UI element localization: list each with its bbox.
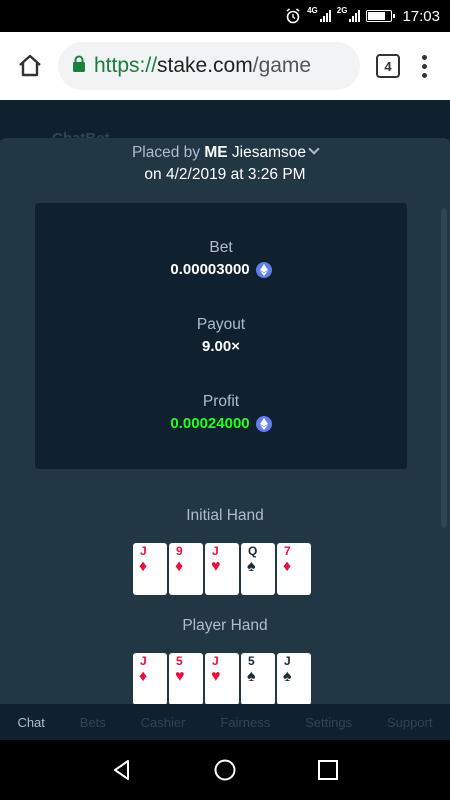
card-suit-icon: ♥: [211, 558, 221, 575]
nav-item-settings[interactable]: Settings: [305, 715, 352, 730]
bet-stat: Bet 0.00003000: [35, 238, 407, 280]
nav-item-support[interactable]: Support: [387, 715, 433, 730]
card-suit-icon: ♥: [175, 668, 185, 685]
card-suit-icon: ♦: [139, 668, 148, 685]
status-time: 17:03: [402, 7, 440, 25]
battery-icon: [366, 10, 396, 22]
profit-value: 0.00024000: [170, 414, 272, 434]
username-link[interactable]: Jiesamsoe: [232, 144, 306, 161]
placed-by-line: Placed by ME Jiesamsoe: [0, 142, 450, 164]
initial-hand: J ♦ 9 ♦ J ♥ Q ♠ 7 ♦: [133, 543, 311, 595]
card-rank: 5: [176, 654, 183, 668]
circle-home-icon: [214, 759, 236, 781]
profit-stat: Profit 0.00024000: [35, 392, 407, 434]
status-bar: 4G 2G 17:03: [0, 0, 450, 32]
card-rank: 7: [284, 544, 291, 558]
card-rank: J: [212, 654, 219, 668]
signal-icon-2: [349, 10, 361, 22]
url-text: https://stake.com/game: [94, 54, 312, 77]
back-icon: [113, 760, 129, 780]
app-bottom-nav: Chat Bets Cashier Fairness Settings Support: [0, 704, 450, 740]
card-rank: Q: [248, 544, 258, 558]
playing-card: J ♥: [205, 653, 239, 704]
profit-label: Profit: [202, 393, 240, 410]
card-suit-icon: ♠: [247, 558, 256, 575]
card-suit-icon: ♠: [247, 668, 256, 685]
playing-card: 5 ♠: [241, 653, 275, 704]
placed-on-date: on 4/2/2019 at 3:26 PM: [144, 166, 306, 183]
card-rank: J: [140, 654, 147, 668]
user-tag: ME: [204, 144, 228, 161]
payout-value: 9.00×: [202, 338, 240, 355]
home-button[interactable]: [12, 48, 48, 84]
lock-icon: [72, 55, 86, 78]
bet-details-modal: Placed by ME Jiesamsoe on 4/2/2019 at 3:…: [0, 138, 450, 704]
player-hand-title: Player Hand: [182, 617, 268, 634]
card-suit-icon: ♦: [175, 558, 184, 575]
bet-label: Bet: [209, 239, 233, 256]
network-type-2: 2G: [336, 6, 348, 15]
initial-hand-title: Initial Hand: [186, 507, 264, 524]
playing-card: Q ♠: [241, 543, 275, 595]
home-nav-button[interactable]: [207, 752, 243, 788]
payout-label: Payout: [196, 316, 246, 333]
browser-toolbar: https://stake.com/game 4: [0, 32, 450, 100]
bet-value: 0.00003000: [170, 260, 272, 280]
back-button[interactable]: [104, 752, 140, 788]
playing-card: 5 ♥: [169, 653, 203, 704]
nav-item-fairness[interactable]: Fairness: [220, 715, 270, 730]
nav-item-cashier[interactable]: Cashier: [141, 715, 186, 730]
playing-card: J ♠: [277, 653, 311, 704]
payout-stat: Payout 9.00×: [35, 315, 407, 357]
tab-switcher-button[interactable]: 4: [376, 54, 400, 78]
playing-card: J ♥: [205, 543, 239, 595]
card-rank: 9: [176, 544, 183, 558]
network-type-1: 4G: [307, 6, 318, 15]
card-suit-icon: ♠: [283, 668, 292, 685]
playing-card: 7 ♦: [277, 543, 311, 595]
card-suit-icon: ♦: [283, 558, 292, 575]
overflow-menu-button[interactable]: [410, 48, 438, 84]
nav-item-bets[interactable]: Bets: [80, 715, 106, 730]
android-nav-bar: [0, 740, 450, 800]
chevron-down-icon[interactable]: [308, 143, 320, 155]
playing-card: J ♦: [133, 653, 167, 704]
player-hand: J ♦ 5 ♥ J ♥ 5 ♠ J ♠: [133, 653, 311, 704]
card-suit-icon: ♦: [139, 558, 148, 575]
url-bar[interactable]: https://stake.com/game: [58, 42, 360, 90]
card-rank: J: [212, 544, 219, 558]
playing-card: 9 ♦: [169, 543, 203, 595]
eth-icon: [255, 262, 272, 278]
card-rank: J: [140, 544, 147, 558]
eth-icon: [255, 416, 272, 432]
modal-scrollbar[interactable]: [441, 208, 447, 528]
nav-item-chat[interactable]: Chat: [17, 715, 44, 730]
signal-icon-1: [319, 10, 331, 22]
bet-stats-panel: Bet 0.00003000 Payout 9.00× Profit 0.000…: [35, 203, 407, 469]
recents-button[interactable]: [310, 752, 346, 788]
card-suit-icon: ♥: [211, 668, 221, 685]
recents-icon: [318, 760, 339, 780]
home-icon: [19, 54, 41, 77]
app-header: ChatBet: [0, 100, 450, 147]
alarm-icon: [285, 8, 301, 24]
playing-card: J ♦: [133, 543, 167, 595]
card-rank: 5: [248, 654, 255, 668]
card-rank: J: [284, 654, 291, 668]
